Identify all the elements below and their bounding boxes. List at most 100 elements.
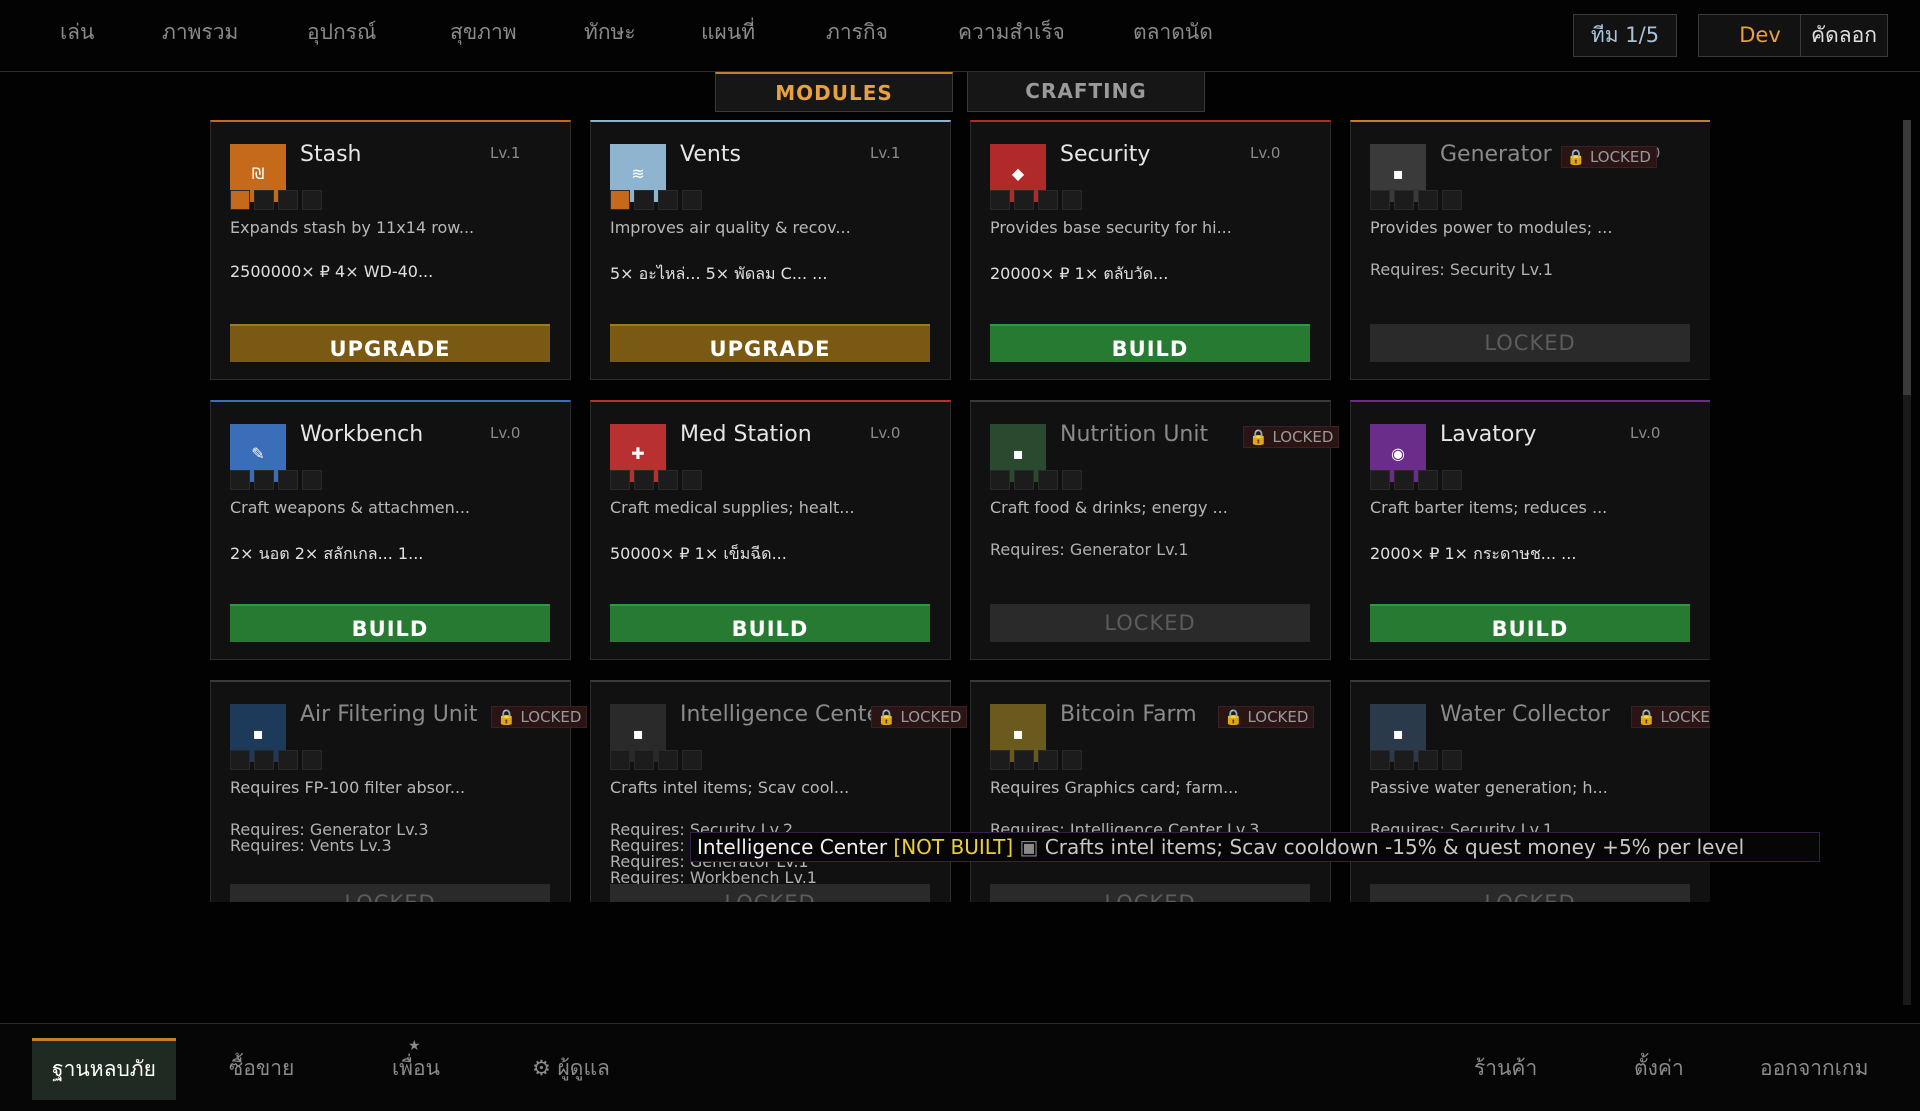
level-slots: [610, 750, 702, 770]
nav-flea-market[interactable]: ตลาดนัด: [1133, 16, 1213, 49]
level-slot: [610, 190, 630, 210]
bottom-nav-settings[interactable]: ตั้งค่า: [1634, 1052, 1684, 1085]
level-slot: [1394, 750, 1414, 770]
level-slot: [990, 470, 1010, 490]
bottom-nav-admin[interactable]: ⚙ ผู้ดูแล: [532, 1052, 610, 1085]
module-grid: ₪ Stash Lv.1 Expands stash by 11x14 row... 2…: [210, 120, 1710, 902]
module-card-lavatory[interactable]: ◉ Lavatory Lv.0 Craft barter items; reduces…: [1350, 400, 1710, 660]
module-card-water-collector[interactable]: ▪Water CollectorLv.0🔒 LOCKEDPassive wate…: [1350, 680, 1710, 902]
build-button[interactable]: BUILD: [990, 324, 1310, 362]
module-description: Craft barter items; reduces ...: [1370, 498, 1608, 517]
nav-health[interactable]: สุขภาพ: [450, 16, 517, 49]
level-slot: [302, 470, 322, 490]
bottom-nav-hideout[interactable]: ฐานหลบภัย: [32, 1038, 176, 1100]
bottom-nav-trade[interactable]: ซื้อขาย: [229, 1052, 294, 1085]
module-description: Requires FP-100 filter absor...: [230, 778, 466, 797]
scrollbar[interactable]: [1903, 120, 1911, 1005]
locked-button: LOCKED: [1370, 324, 1690, 362]
level-slot: [254, 750, 274, 770]
level-slots: [990, 470, 1082, 490]
nav-achievements[interactable]: ความสำเร็จ: [958, 16, 1065, 49]
upgrade-button[interactable]: UPGRADE: [610, 324, 930, 362]
level-slot: [278, 190, 298, 210]
level-slot: [634, 470, 654, 490]
build-button[interactable]: BUILD: [610, 604, 930, 642]
module-cost: 2000× ₽ 1× กระดาษช... ...: [1370, 544, 1577, 563]
level-slot: [1062, 190, 1082, 210]
nav-map[interactable]: แผนที่: [701, 16, 755, 49]
nav-equipment[interactable]: อุปกรณ์: [307, 16, 376, 49]
build-button[interactable]: BUILD: [230, 604, 550, 642]
module-card-bitcoin-farm[interactable]: ▪Bitcoin FarmLv.0🔒 LOCKEDRequires Graphi…: [970, 680, 1331, 902]
level-slot: [278, 750, 298, 770]
module-requirements: Requires: Generator Lv.1: [990, 542, 1189, 558]
module-card-air-filtering-unit[interactable]: ▪Air Filtering UnitLv.0🔒 LOCKEDRequires …: [210, 680, 588, 902]
module-description: Improves air quality & recov...: [610, 218, 851, 237]
module-card-vents[interactable]: ≋ Vents Lv.1 Improves air quality & recov..…: [590, 120, 951, 380]
level-slot: [682, 190, 702, 210]
tab-crafting[interactable]: CRAFTING: [967, 72, 1205, 112]
module-cost: 2× นอต 2× สลักเกล... 1...: [230, 544, 424, 563]
level-slot: [230, 750, 250, 770]
level-slot: [682, 750, 702, 770]
module-description: Requires Graphics card; farm...: [990, 778, 1239, 797]
team-button[interactable]: ทีม 1/5: [1573, 14, 1677, 57]
module-title: Workbench: [300, 422, 424, 447]
copy-button[interactable]: คัดลอก: [1800, 14, 1888, 57]
module-cost: 5× อะไหล่... 5× พัดลม C... ...: [610, 264, 828, 283]
bottom-nav-exit[interactable]: ออกจากเกม: [1760, 1052, 1869, 1085]
module-card-security[interactable]: ◆ Security Lv.0 Provides base security for …: [970, 120, 1331, 380]
nav-overview[interactable]: ภาพรวม: [162, 16, 238, 49]
level-slot: [1014, 190, 1034, 210]
level-slots: [1370, 470, 1462, 490]
locked-button: LOCKED: [990, 884, 1310, 902]
bottom-nav-friends[interactable]: ★ เพื่อน: [392, 1038, 440, 1085]
module-title: Water Collector: [1440, 702, 1610, 727]
locked-badge: 🔒 LOCKED: [491, 706, 588, 728]
module-card-intelligence-center[interactable]: ▪Intelligence CenterLv.0🔒 LOCKEDCrafts i…: [590, 680, 968, 902]
module-icon-glyph: ≋: [631, 163, 645, 183]
bottom-nav-shop[interactable]: ร้านค้า: [1474, 1052, 1537, 1085]
level-slot: [1394, 190, 1414, 210]
tooltip-separator-icon: ▣: [1019, 835, 1039, 859]
level-slot: [1442, 470, 1462, 490]
level-slots: [1370, 190, 1462, 210]
level-slot: [682, 470, 702, 490]
module-description: Provides base security for hi...: [990, 218, 1232, 237]
upgrade-button[interactable]: UPGRADE: [230, 324, 550, 362]
module-icon-glyph: ◆: [1011, 163, 1025, 183]
nav-quests[interactable]: ภารกิจ: [826, 16, 888, 49]
module-title: Lavatory: [1440, 422, 1537, 447]
module-title: Vents: [680, 142, 741, 167]
module-card-workbench[interactable]: ✎ Workbench Lv.0 Craft weapons & attachmen.…: [210, 400, 571, 660]
level-slot: [1014, 750, 1034, 770]
scrollbar-thumb[interactable]: [1903, 120, 1911, 395]
module-title: Med Station: [680, 422, 812, 447]
level-slot: [1418, 470, 1438, 490]
level-slots: [990, 750, 1082, 770]
friends-star-icon: ★: [408, 1038, 421, 1054]
module-card-nutrition-unit[interactable]: ▪Nutrition UnitLv.0🔒 LOCKEDCraft food & …: [970, 400, 1340, 660]
module-description: Craft food & drinks; energy ...: [990, 498, 1228, 517]
tooltip-description: Crafts intel items; Scav cooldown -15% &…: [1044, 835, 1745, 859]
module-icon-glyph: ✚: [631, 443, 645, 463]
module-level: Lv.0: [1250, 144, 1281, 162]
requirement-line: Requires: Vents Lv.3: [230, 836, 392, 855]
module-card-stash[interactable]: ₪ Stash Lv.1 Expands stash by 11x14 row... 2…: [210, 120, 571, 380]
module-description: Passive water generation; h...: [1370, 778, 1608, 797]
module-cost: 20000× ₽ 1× ตลับวัด...: [990, 264, 1169, 283]
locked-badge: 🔒 LOCKED: [1560, 146, 1657, 168]
build-button[interactable]: BUILD: [1370, 604, 1690, 642]
module-level: Lv.1: [870, 144, 901, 162]
nav-play[interactable]: เล่น: [60, 16, 94, 49]
level-slot: [658, 750, 678, 770]
level-slot: [1442, 750, 1462, 770]
module-title: Intelligence Center: [680, 702, 890, 727]
module-card-med-station[interactable]: ✚ Med Station Lv.0 Craft medical supplies; …: [590, 400, 951, 660]
level-slot: [1038, 470, 1058, 490]
module-level: Lv.1: [490, 144, 521, 162]
tab-modules[interactable]: MODULES: [715, 72, 953, 112]
level-slot: [254, 470, 274, 490]
nav-skills[interactable]: ทักษะ: [584, 16, 636, 49]
module-card-generator[interactable]: ▪GeneratorLv.0🔒 LOCKEDProvides power to …: [1350, 120, 1710, 380]
